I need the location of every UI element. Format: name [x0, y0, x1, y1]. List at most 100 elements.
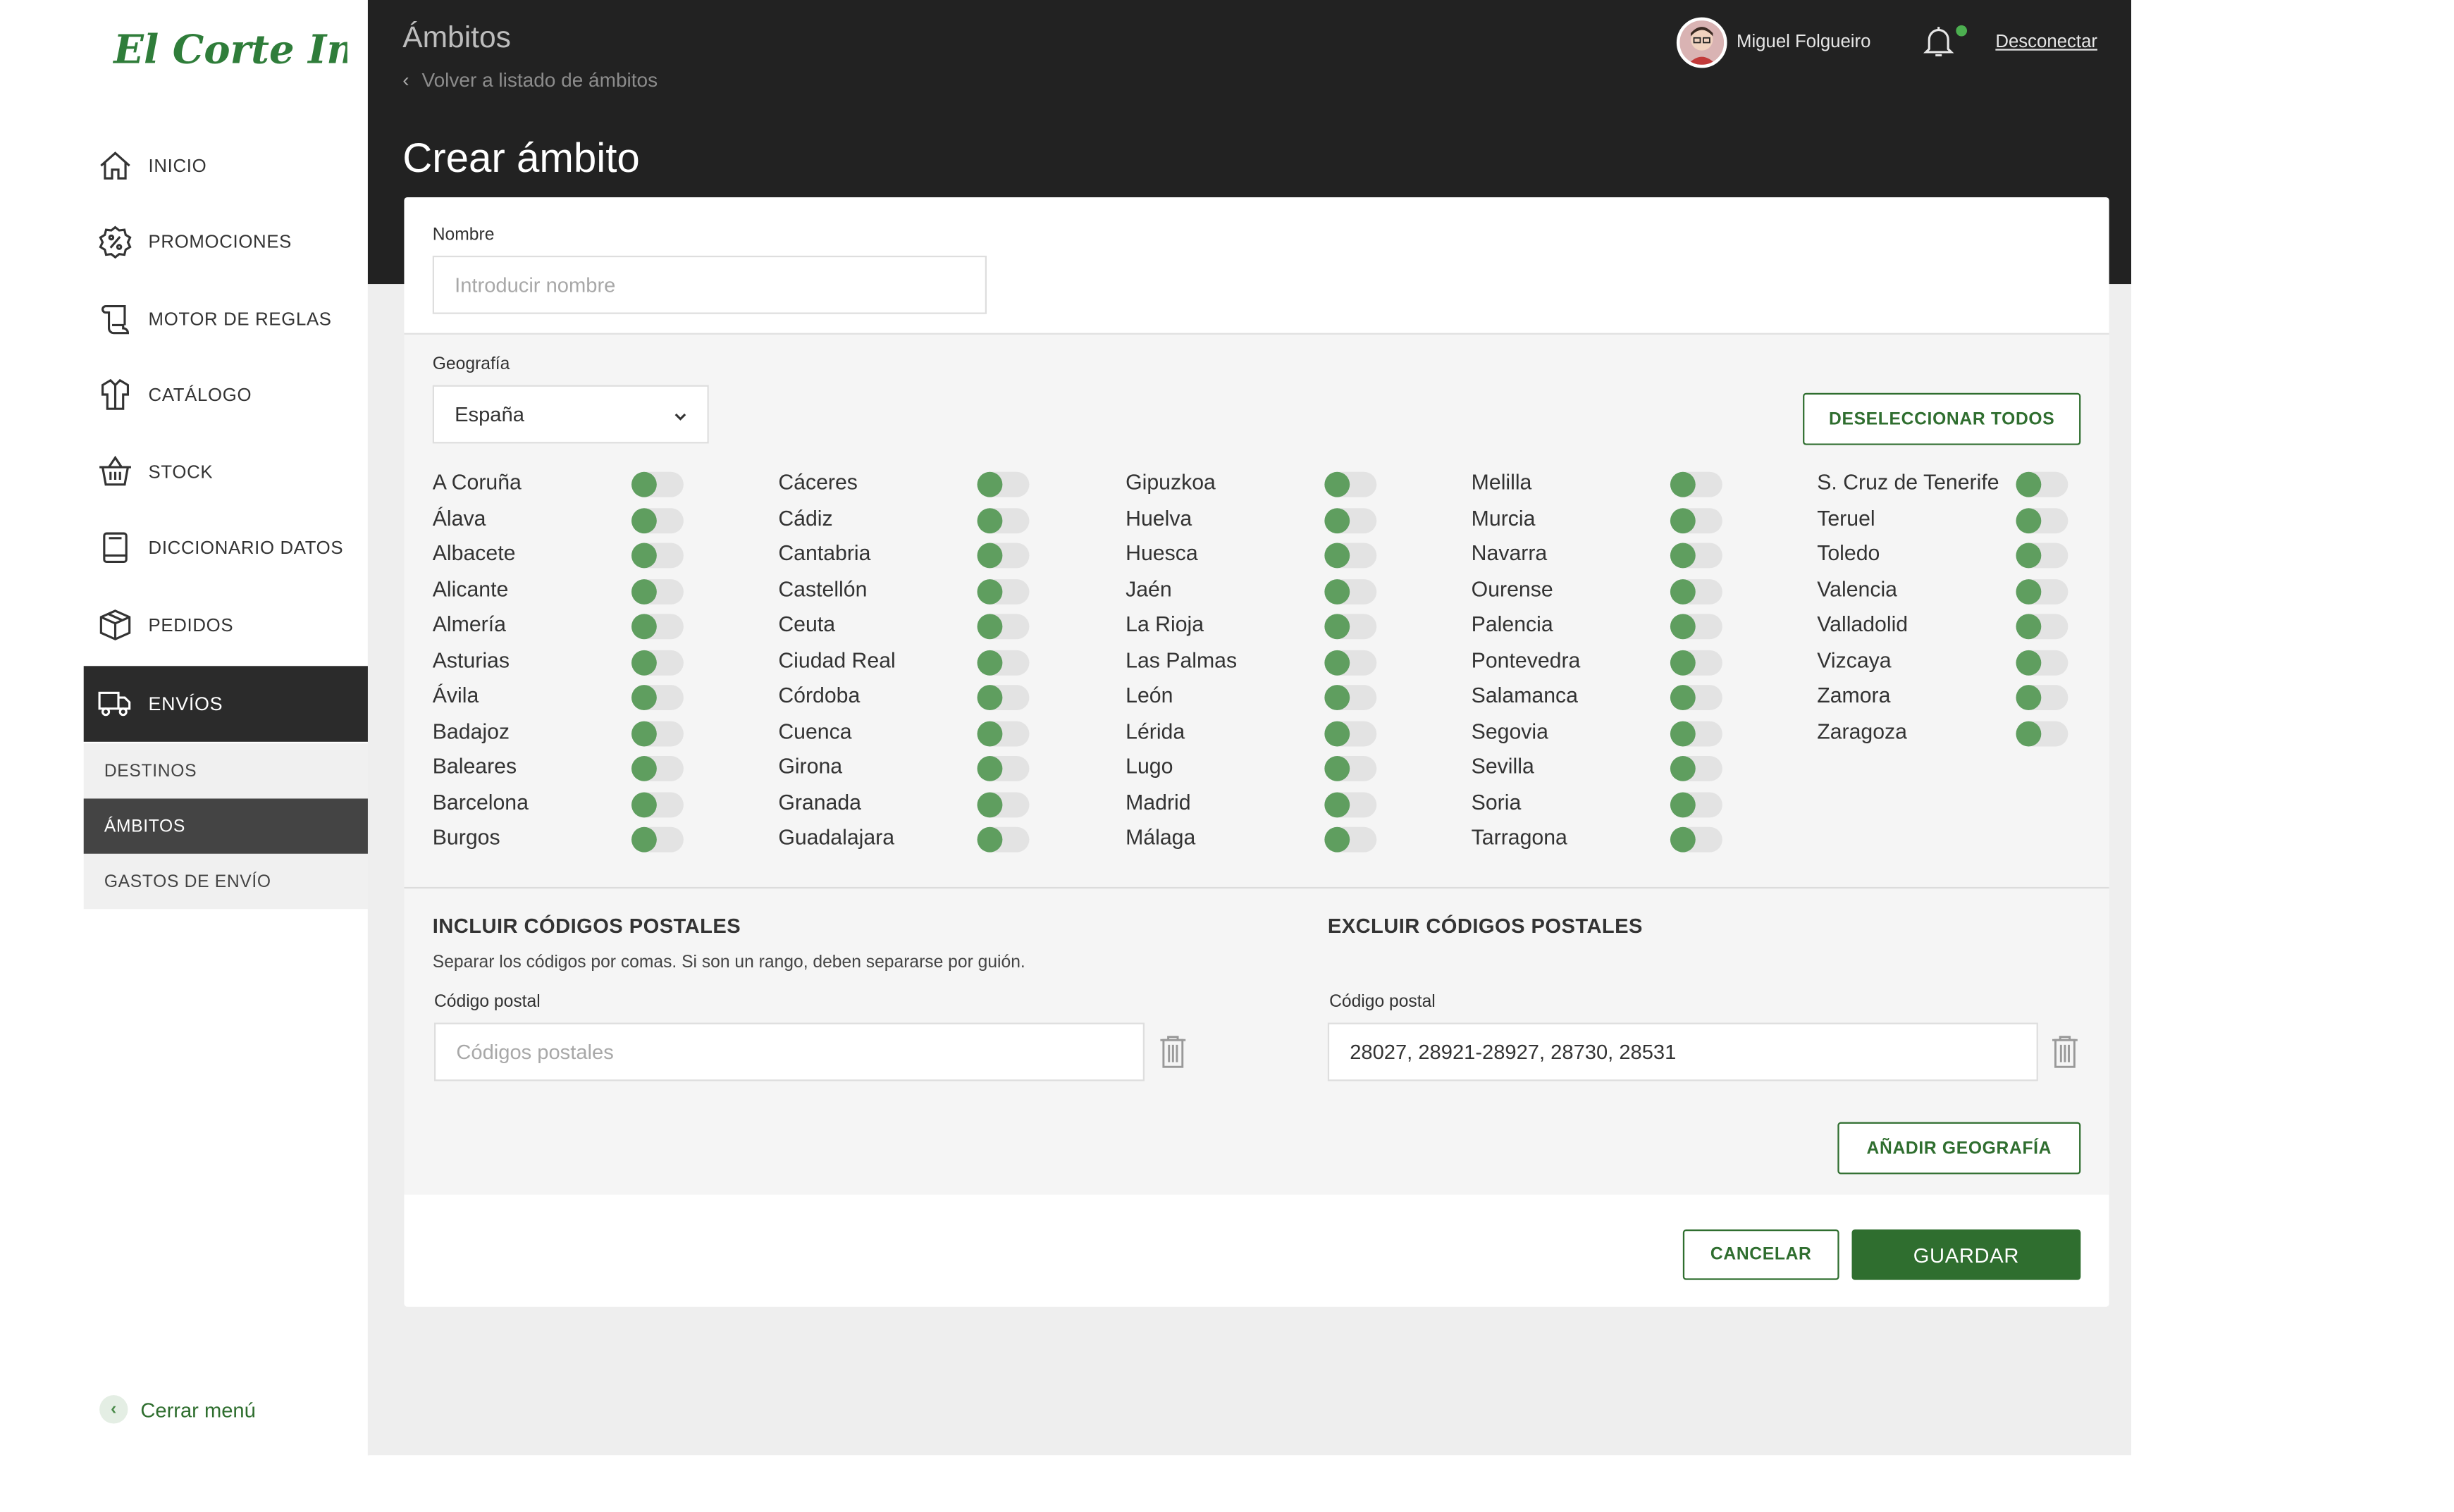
- brand-logo[interactable]: El Corte Inglés: [111, 19, 445, 85]
- province-toggle[interactable]: [1670, 685, 1722, 710]
- province-toggle[interactable]: [1670, 649, 1722, 675]
- province-toggle[interactable]: [2016, 720, 2068, 746]
- province-toggle[interactable]: [1670, 471, 1722, 497]
- sidebar-item-catalogo[interactable]: CATÁLOGO: [84, 358, 369, 434]
- province-toggle[interactable]: [977, 614, 1030, 640]
- back-link[interactable]: ‹ Volver a listado de ámbitos: [402, 70, 658, 92]
- province-row: Girona: [778, 752, 1047, 784]
- add-geography-button[interactable]: AÑADIR GEOGRAFÍA: [1837, 1122, 2081, 1175]
- province-toggle[interactable]: [2016, 471, 2068, 497]
- province-name: Huelva: [1126, 505, 1192, 530]
- sidebar-item-diccionario-datos[interactable]: DICCIONARIO DATOS: [84, 512, 369, 588]
- province-toggle[interactable]: [1324, 471, 1377, 497]
- cancel-button[interactable]: CANCELAR: [1682, 1229, 1839, 1280]
- province-toggle[interactable]: [1670, 755, 1722, 781]
- province-toggle[interactable]: [1670, 543, 1722, 569]
- bell-icon[interactable]: [1921, 24, 1956, 58]
- province-toggle[interactable]: [2016, 649, 2068, 675]
- province-row: Zaragoza: [1817, 717, 2085, 749]
- trash-icon[interactable]: [1159, 1034, 1187, 1068]
- toggle-knob: [977, 755, 1003, 781]
- province-row: Córdoba: [778, 682, 1047, 714]
- province-toggle[interactable]: [1324, 791, 1377, 817]
- province-toggle[interactable]: [631, 649, 684, 675]
- province-toggle[interactable]: [1670, 578, 1722, 604]
- name-input[interactable]: Introducir nombre: [432, 255, 987, 314]
- sidebar-item-envios[interactable]: ENVÍOS: [83, 666, 370, 742]
- sidebar-subitem-label: GASTOS DE ENVÍO: [104, 872, 271, 891]
- save-button[interactable]: GUARDAR: [1851, 1229, 2081, 1280]
- province-toggle[interactable]: [1670, 826, 1722, 853]
- province-toggle[interactable]: [977, 471, 1030, 497]
- province-toggle[interactable]: [631, 471, 684, 497]
- province-name: Córdoba: [778, 683, 861, 707]
- toggle-knob: [2016, 543, 2042, 569]
- province-toggle[interactable]: [631, 578, 684, 604]
- province-toggle[interactable]: [977, 543, 1030, 569]
- province-toggle[interactable]: [2016, 543, 2068, 569]
- province-toggle[interactable]: [1324, 507, 1377, 533]
- province-toggle[interactable]: [631, 543, 684, 569]
- toggle-knob: [2016, 578, 2042, 604]
- province-toggle[interactable]: [2016, 685, 2068, 710]
- province-toggle[interactable]: [2016, 614, 2068, 640]
- province-toggle[interactable]: [631, 614, 684, 640]
- province-row: Asturias: [433, 646, 701, 678]
- province-toggle[interactable]: [1670, 614, 1722, 640]
- back-link-label: Volver a listado de ámbitos: [421, 69, 658, 92]
- include-postal-code-input[interactable]: Códigos postales: [434, 1022, 1145, 1082]
- home-icon: [98, 149, 132, 183]
- trash-icon[interactable]: [2051, 1034, 2079, 1068]
- sidebar-item-stock[interactable]: STOCK: [84, 435, 369, 512]
- province-toggle[interactable]: [2016, 507, 2068, 533]
- province-toggle[interactable]: [631, 720, 684, 746]
- close-menu-button[interactable]: ‹ Cerrar menú: [99, 1395, 256, 1424]
- province-name: Pontevedra: [1471, 647, 1581, 672]
- province-toggle[interactable]: [631, 791, 684, 817]
- province-toggle[interactable]: [1324, 720, 1377, 746]
- province-toggle[interactable]: [977, 578, 1030, 604]
- province-toggle[interactable]: [977, 685, 1030, 710]
- province-toggle[interactable]: [977, 755, 1030, 781]
- province-toggle[interactable]: [631, 755, 684, 781]
- toggle-knob: [1670, 685, 1696, 710]
- province-row: Ceuta: [778, 611, 1047, 643]
- logout-link[interactable]: Desconectar: [1995, 33, 2097, 52]
- sidebar-subitem-ambitos[interactable]: ÁMBITOS: [83, 798, 370, 854]
- sidebar-item-label: PEDIDOS: [148, 616, 234, 636]
- sidebar-subitem-destinos[interactable]: DESTINOS: [83, 743, 370, 799]
- province-toggle[interactable]: [631, 685, 684, 710]
- province-row: Álava: [433, 504, 701, 536]
- province-toggle[interactable]: [1670, 720, 1722, 746]
- sidebar-item-promociones[interactable]: PROMOCIONES: [84, 205, 369, 281]
- province-toggle[interactable]: [631, 826, 684, 853]
- province-toggle[interactable]: [1670, 791, 1722, 817]
- user-menu[interactable]: Miguel Folgueiro: [1676, 17, 1870, 68]
- exclude-postal-code-input[interactable]: 28027, 28921-28927, 28730, 28531: [1327, 1022, 2038, 1082]
- province-toggle[interactable]: [1324, 826, 1377, 853]
- province-toggle[interactable]: [977, 826, 1030, 853]
- province-toggle[interactable]: [1324, 614, 1377, 640]
- province-row: Gipuzkoa: [1126, 469, 1394, 500]
- province-toggle[interactable]: [1670, 507, 1722, 533]
- province-toggle[interactable]: [977, 791, 1030, 817]
- province-toggle[interactable]: [2016, 578, 2068, 604]
- toggle-knob: [631, 649, 657, 675]
- sidebar-item-pedidos[interactable]: PEDIDOS: [84, 589, 369, 665]
- province-toggle[interactable]: [977, 507, 1030, 533]
- province-toggle[interactable]: [1324, 685, 1377, 710]
- province-toggle[interactable]: [631, 507, 684, 533]
- province-toggle[interactable]: [1324, 578, 1377, 604]
- province-toggle[interactable]: [1324, 755, 1377, 781]
- province-toggle[interactable]: [1324, 649, 1377, 675]
- toggle-knob: [1670, 614, 1696, 640]
- province-row: Barcelona: [433, 788, 701, 820]
- geography-select[interactable]: España: [432, 385, 709, 444]
- sidebar-subitem-gastos-de-envio[interactable]: GASTOS DE ENVÍO: [83, 853, 370, 910]
- deselect-all-button[interactable]: DESELECCIONAR TODOS: [1803, 392, 2081, 445]
- sidebar-item-motor-de-reglas[interactable]: MOTOR DE REGLAS: [84, 283, 369, 359]
- province-toggle[interactable]: [1324, 543, 1377, 569]
- province-toggle[interactable]: [977, 720, 1030, 746]
- province-toggle[interactable]: [977, 649, 1030, 675]
- sidebar-item-inicio[interactable]: INICIO: [84, 130, 369, 206]
